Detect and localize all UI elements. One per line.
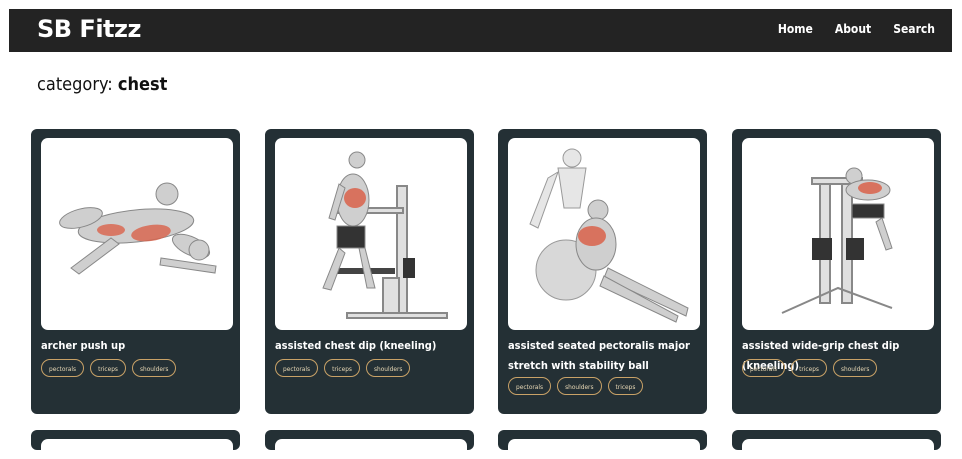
- exercise-image[interactable]: [41, 439, 233, 459]
- exercise-illustration: [781, 167, 893, 314]
- tag-list: pectorals triceps shoulders: [275, 359, 411, 377]
- navbar: SB Fitzz Home About Search: [9, 9, 952, 52]
- tag-pectorals[interactable]: pectorals: [275, 359, 319, 377]
- nav-about-link[interactable]: About: [835, 22, 871, 36]
- nav-links: Home About Search: [778, 22, 935, 36]
- tag-pectorals[interactable]: pectorals: [508, 377, 552, 395]
- exercise-card-partial[interactable]: [265, 430, 474, 459]
- tag-triceps[interactable]: triceps: [90, 359, 126, 377]
- exercise-card[interactable]: archer push up pectorals triceps shoulde…: [31, 129, 240, 414]
- nav-home-link[interactable]: Home: [778, 22, 813, 36]
- brand-logo[interactable]: SB Fitzz: [37, 15, 141, 43]
- exercise-card[interactable]: assisted wide-grip chest dip (kneeling) …: [732, 129, 941, 414]
- tag-pectorals[interactable]: pectorals: [41, 359, 85, 377]
- exercise-image[interactable]: [508, 138, 700, 330]
- tag-triceps[interactable]: triceps: [791, 359, 827, 377]
- exercise-image[interactable]: [508, 439, 700, 459]
- exercise-image[interactable]: [41, 138, 233, 330]
- tag-shoulders[interactable]: shoulders: [131, 359, 177, 377]
- exercise-card[interactable]: assisted chest dip (kneeling) pectorals …: [265, 129, 474, 414]
- exercise-illustration: [322, 151, 448, 319]
- exercise-card-partial[interactable]: [732, 430, 941, 459]
- exercise-image[interactable]: [742, 138, 934, 330]
- tag-list: pectorals shoulders triceps: [508, 377, 644, 395]
- tag-shoulders[interactable]: shoulders: [365, 359, 411, 377]
- exercise-name[interactable]: assisted seated pectoralis major stretch…: [508, 336, 693, 376]
- exercise-name[interactable]: assisted chest dip (kneeling): [275, 336, 460, 356]
- nav-search-link[interactable]: Search: [893, 22, 935, 36]
- tag-triceps[interactable]: triceps: [607, 377, 644, 395]
- exercise-card-partial[interactable]: [498, 430, 707, 459]
- tag-shoulders[interactable]: shoulders: [557, 377, 602, 395]
- tag-triceps[interactable]: triceps: [324, 359, 360, 377]
- page-title: category: chest: [37, 74, 167, 95]
- exercise-name[interactable]: archer push up: [41, 336, 226, 356]
- exercise-image[interactable]: [275, 138, 467, 330]
- exercise-image[interactable]: [742, 439, 934, 459]
- category-prefix: category:: [37, 74, 113, 95]
- tag-list: pectorals triceps shoulders: [41, 359, 177, 377]
- exercise-card-partial[interactable]: [31, 430, 240, 459]
- tag-pectorals[interactable]: pectorals: [742, 359, 786, 377]
- exercise-card[interactable]: assisted seated pectoralis major stretch…: [498, 129, 707, 414]
- tag-list: pectorals triceps shoulders: [742, 359, 878, 377]
- exercise-image[interactable]: [275, 439, 467, 459]
- exercise-illustration: [529, 148, 689, 323]
- category-name: chest: [117, 74, 168, 95]
- exercise-illustration: [59, 182, 217, 275]
- tag-shoulders[interactable]: shoulders: [832, 359, 878, 377]
